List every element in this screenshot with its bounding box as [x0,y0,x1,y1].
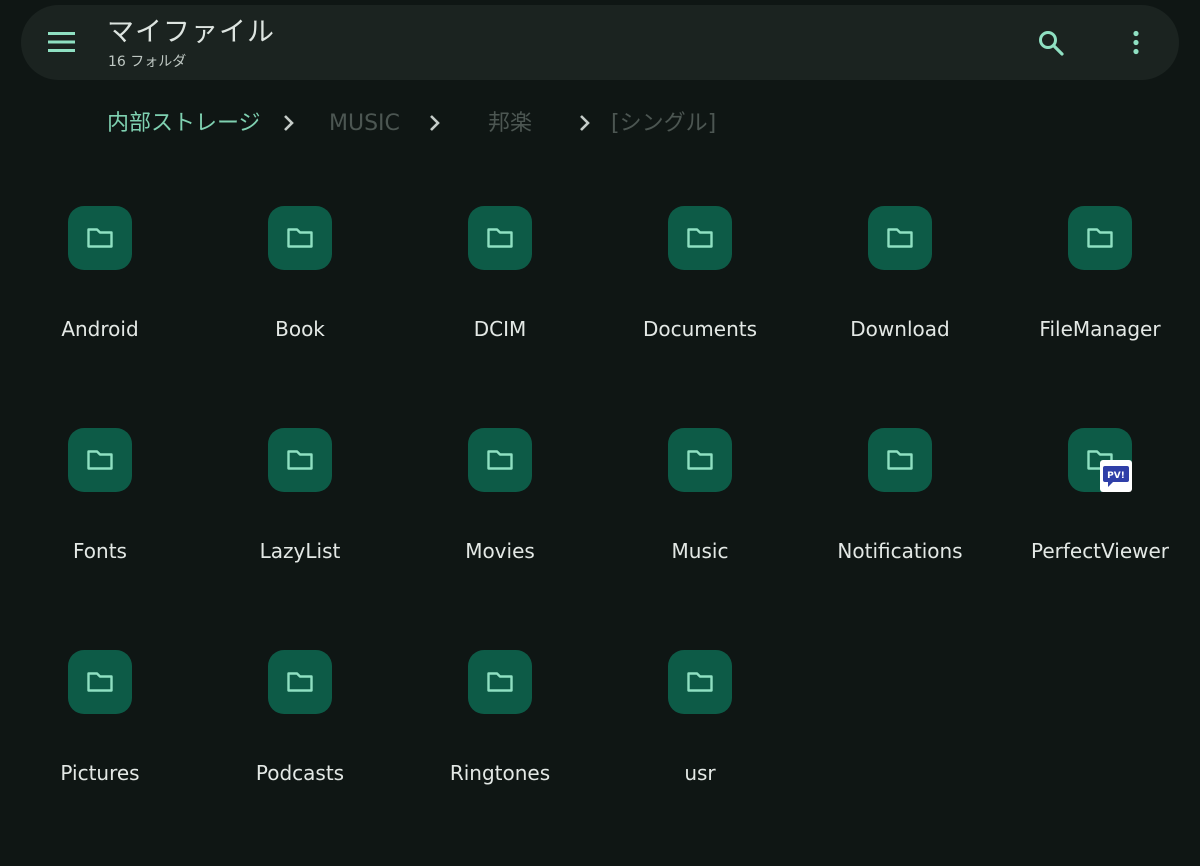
folder-icon [68,428,132,492]
folder-label: Notifications [837,539,963,563]
folder-icon [268,428,332,492]
folder-label: Podcasts [255,761,345,785]
folder-item[interactable]: LazyList [200,428,400,628]
folder-label: Ringtones [449,761,551,785]
folder-label: Fonts [73,539,127,563]
page-title: マイファイル [107,17,275,48]
folder-icon [868,428,932,492]
top-app-bar: マイファイル 16 フォルダ [21,5,1179,80]
folder-label: Documents [642,317,758,341]
folder-icon [268,650,332,714]
folder-icon [668,206,732,270]
folder-label: FileManager [1039,317,1161,341]
folder-icon [868,206,932,270]
folder-icon [468,428,532,492]
folder-item[interactable]: Documents [600,206,800,406]
svg-text:PV!: PV! [1107,471,1125,481]
folder-icon [68,650,132,714]
folder-item[interactable]: Notifications [800,428,1000,628]
folder-icon [668,428,732,492]
folder-label: Download [850,317,950,341]
chevron-right-icon [578,112,592,134]
breadcrumb-item-single[interactable]: [シングル] [611,108,716,140]
folder-label: DCIM [473,317,527,341]
folder-label: PerfectViewer [1030,539,1170,563]
folder-label: Movies [465,539,535,563]
folder-icon [668,650,732,714]
folder-count: 16 フォルダ [108,54,187,70]
breadcrumb-item-internal-storage[interactable]: 内部ストレージ [107,108,261,140]
folder-item[interactable]: PV! PerfectViewer [1000,428,1200,628]
folder-item[interactable]: Download [800,206,1000,406]
folder-icon [468,206,532,270]
folder-label: Android [61,317,139,341]
hamburger-menu-icon[interactable] [47,31,77,53]
perfectviewer-app-icon: PV! [1100,460,1132,492]
breadcrumb-item-music[interactable]: MUSIC [329,108,400,140]
folder-item[interactable]: Book [200,206,400,406]
folder-label: Music [671,539,729,563]
folder-item[interactable]: Ringtones [400,650,600,850]
search-icon[interactable] [1038,30,1064,56]
folder-item[interactable]: Movies [400,428,600,628]
folder-item[interactable]: Pictures [0,650,200,850]
folder-icon [1068,206,1132,270]
folder-item[interactable]: Podcasts [200,650,400,850]
chevron-right-icon [428,112,442,134]
folder-label: Book [275,317,325,341]
folder-item[interactable]: Music [600,428,800,628]
breadcrumb-item-hougaku[interactable]: 邦楽 [488,108,532,140]
folder-label: usr [684,761,716,785]
folder-icon [468,650,532,714]
folder-item[interactable]: Android [0,206,200,406]
folder-icon [68,206,132,270]
chevron-right-icon [282,112,296,134]
folder-icon [268,206,332,270]
folder-item[interactable]: Fonts [0,428,200,628]
folder-label: Pictures [60,761,140,785]
more-vertical-icon[interactable] [1127,30,1145,56]
folder-item[interactable]: DCIM [400,206,600,406]
folder-item[interactable]: usr [600,650,800,850]
folder-item[interactable]: FileManager [1000,206,1200,406]
folder-label: LazyList [259,539,341,563]
